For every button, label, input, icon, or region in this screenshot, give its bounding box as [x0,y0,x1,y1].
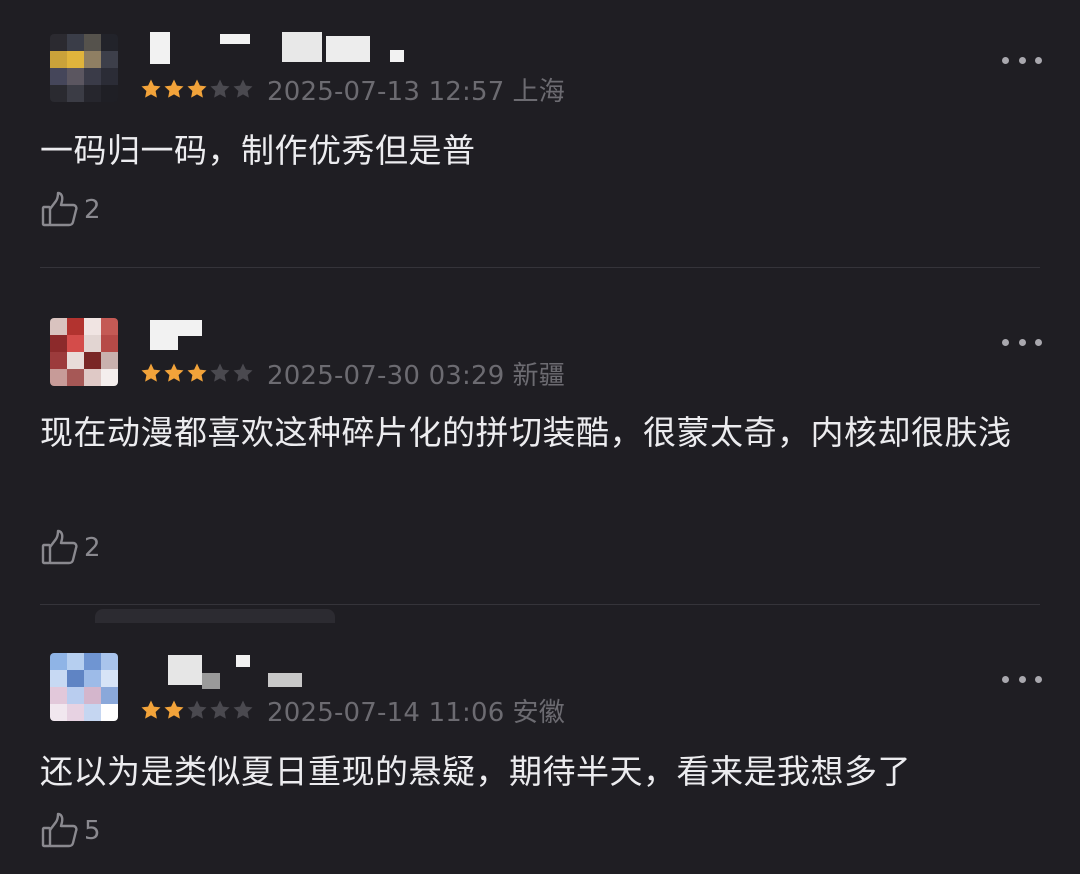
star-empty-icon [209,78,231,100]
star-filled-icon [163,699,185,721]
thumbs-up-icon [40,811,80,851]
more-dot-icon [1018,338,1026,346]
more-options-button[interactable] [1002,54,1042,66]
star-filled-icon [186,362,208,384]
comment-location: 新疆 [512,360,565,391]
comment-text: 还以为是类似夏日重现的悬疑，期待半天，看来是我想多了 [40,752,911,791]
avatar[interactable] [50,34,118,102]
more-dot-icon [1035,56,1042,64]
comment-date: 2025-07-13 12:57 [267,76,505,107]
more-dot-icon [1035,338,1042,346]
comment-date: 2025-07-14 11:06 [267,697,505,728]
more-dot-icon [1002,675,1009,683]
star-empty-icon [209,362,231,384]
username-redacted[interactable] [150,318,210,354]
username-redacted[interactable] [150,30,410,66]
star-filled-icon [163,362,185,384]
star-filled-icon [163,78,185,100]
star-empty-icon [209,699,231,721]
star-filled-icon [186,78,208,100]
username-redacted[interactable] [150,651,302,689]
comment-date: 2025-07-30 03:29 [267,360,505,391]
comment-location: 上海 [512,76,565,107]
star-empty-icon [232,78,254,100]
like-count: 2 [84,195,101,225]
more-dot-icon [1035,675,1042,683]
more-dot-icon [1002,56,1009,64]
like-count: 2 [84,533,101,563]
like-button[interactable]: 5 [40,809,101,853]
thumbs-up-icon [40,528,80,568]
more-dot-icon [1018,56,1026,64]
comment-item: 2025-07-13 12:57 上海 一码归一码，制作优秀但是普 2 [0,0,1080,268]
comment-meta: 2025-07-14 11:06 安徽 [140,695,565,728]
thumbs-up-icon [40,190,80,230]
more-options-button[interactable] [1002,673,1042,685]
comment-meta: 2025-07-30 03:29 新疆 [140,358,565,391]
like-count: 5 [84,816,101,846]
star-empty-icon [186,699,208,721]
like-button[interactable]: 2 [40,188,101,232]
comment-text: 现在动漫都喜欢这种碎片化的拼切装酷，很蒙太奇，内核却很肤浅 [40,413,1012,452]
star-rating [140,78,255,100]
star-filled-icon [140,78,162,100]
comment-meta: 2025-07-13 12:57 上海 [140,74,565,107]
comment-item: 2025-07-14 11:06 安徽 还以为是类似夏日重现的悬疑，期待半天，看来… [0,605,1080,874]
star-empty-icon [232,699,254,721]
more-dot-icon [1018,675,1026,683]
comment-text: 一码归一码，制作优秀但是普 [40,131,476,170]
like-button[interactable]: 2 [40,526,101,570]
star-filled-icon [140,362,162,384]
comment-item: 2025-07-30 03:29 新疆 现在动漫都喜欢这种碎片化的拼切装酷，很蒙太… [0,268,1080,604]
star-rating [140,362,255,384]
avatar[interactable] [50,318,118,386]
comment-location: 安徽 [512,697,565,728]
star-empty-icon [232,362,254,384]
star-rating [140,699,255,721]
star-filled-icon [140,699,162,721]
more-dot-icon [1002,338,1009,346]
more-options-button[interactable] [1002,336,1042,348]
avatar[interactable] [50,653,118,721]
